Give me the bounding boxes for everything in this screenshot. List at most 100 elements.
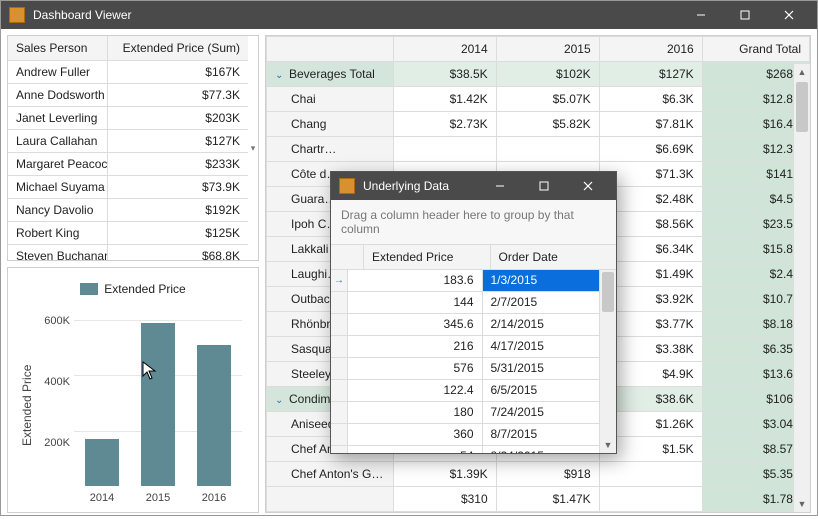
legend-label: Extended Price (104, 282, 185, 296)
modal-grid-row[interactable]: 5765/31/2015 (331, 358, 616, 380)
sales-col-value[interactable]: Extended Price (Sum) (108, 36, 248, 60)
pivot-cell: $2.73K (393, 112, 496, 137)
sales-person-cell: Michael Suyama (8, 176, 108, 198)
sales-value-cell: $233K (108, 153, 248, 175)
pivot-cell: $102K (496, 62, 599, 87)
dialog-minimize-button[interactable] (478, 172, 522, 200)
price-cell: 360 (348, 424, 483, 445)
maximize-button[interactable] (723, 1, 767, 29)
pivot-row[interactable]: ⌄Beverages Total$38.5K$102K$127K$268K (267, 62, 810, 87)
modal-grid-header[interactable]: Extended Price Order Date (331, 245, 616, 270)
date-cell: 8/24/2015 (483, 446, 617, 453)
pivot-row-label: Chang (267, 112, 394, 137)
sales-table-header[interactable]: Sales Person Extended Price (Sum) (8, 36, 248, 61)
sales-row[interactable]: Margaret Peacock$233K (8, 153, 248, 176)
chart-bar[interactable] (197, 345, 231, 486)
sales-col-person[interactable]: Sales Person (8, 36, 108, 60)
pivot-scrollbar[interactable]: ▲ ▼ (793, 64, 810, 512)
pivot-cell: $1.39K (393, 462, 496, 487)
modal-scrollbar[interactable]: ▲ ▼ (599, 270, 616, 453)
modal-grid-row[interactable]: 345.62/14/2015 (331, 314, 616, 336)
underlying-data-dialog[interactable]: Underlying Data Drag a column header her… (330, 171, 617, 454)
sales-person-cell: Janet Leverling (8, 107, 108, 129)
sales-value-cell: $73.9K (108, 176, 248, 198)
pivot-col-header[interactable]: 2014 (393, 37, 496, 62)
modal-grid-row[interactable]: 2164/17/2015 (331, 336, 616, 358)
chart-bar[interactable] (85, 439, 119, 486)
pivot-col-header[interactable] (267, 37, 394, 62)
pivot-row[interactable]: Chai$1.42K$5.07K$6.3K$12.8K (267, 87, 810, 112)
modal-grid-row[interactable]: 548/24/2015 (331, 446, 616, 453)
sales-scroll-indicator[interactable]: ▾ (248, 36, 258, 260)
expander-icon[interactable]: ⌄ (275, 395, 285, 406)
date-cell: 2/14/2015 (483, 314, 617, 335)
dialog-maximize-button[interactable] (522, 172, 566, 200)
modal-col-date[interactable]: Order Date (491, 245, 617, 270)
scroll-down-icon[interactable]: ▼ (794, 496, 810, 512)
pivot-row[interactable]: Chef Anton's Gu…$1.39K$918$5.35K (267, 462, 810, 487)
group-by-hint[interactable]: Drag a column header here to group by th… (331, 200, 616, 245)
modal-grid-body[interactable]: →183.61/3/20151442/7/2015345.62/14/20152… (331, 270, 616, 453)
sales-row[interactable]: Steven Buchanan$68.8K (8, 245, 248, 260)
pivot-cell: $38.5K (393, 62, 496, 87)
price-cell: 122.4 (348, 380, 483, 401)
pivot-row[interactable]: Chang$2.73K$5.82K$7.81K$16.4K (267, 112, 810, 137)
sales-table-panel: Sales Person Extended Price (Sum) Andrew… (7, 35, 259, 261)
modal-grid-row[interactable]: 122.46/5/2015 (331, 380, 616, 402)
chart-y-tick: 400K (34, 376, 70, 388)
scroll-thumb[interactable] (796, 82, 808, 132)
modal-col-price[interactable]: Extended Price (364, 245, 491, 270)
sales-value-cell: $127K (108, 130, 248, 152)
sales-row[interactable]: Janet Leverling$203K (8, 107, 248, 130)
pivot-row-label: ⌄Beverages Total (267, 62, 394, 87)
dialog-title: Underlying Data (363, 179, 449, 193)
date-cell: 7/24/2015 (483, 402, 617, 423)
pivot-cell (393, 137, 496, 162)
sales-row[interactable]: Anne Dodsworth$77.3K (8, 84, 248, 107)
chart-bar[interactable] (141, 323, 175, 486)
sales-row[interactable]: Laura Callahan$127K (8, 130, 248, 153)
modal-grid-row[interactable]: 3608/7/2015 (331, 424, 616, 446)
sales-row[interactable]: Andrew Fuller$167K (8, 61, 248, 84)
date-cell: 2/7/2015 (483, 292, 617, 313)
pivot-cell (496, 137, 599, 162)
price-cell: 180 (348, 402, 483, 423)
modal-scroll-down-icon[interactable]: ▼ (600, 437, 616, 453)
row-indicator (331, 292, 348, 313)
chart-y-axis-label: Extended Price (18, 306, 34, 504)
dialog-icon (339, 178, 355, 194)
row-indicator-header (331, 245, 364, 270)
chart-plot[interactable]: 201420152016 200K400K600K (34, 306, 248, 504)
minimize-button[interactable] (679, 1, 723, 29)
row-indicator (331, 314, 348, 335)
sales-person-cell: Robert King (8, 222, 108, 244)
modal-grid-row[interactable]: 1807/24/2015 (331, 402, 616, 424)
close-button[interactable] (767, 1, 811, 29)
dialog-titlebar[interactable]: Underlying Data (331, 172, 616, 200)
pivot-col-header[interactable]: 2016 (599, 37, 702, 62)
main-titlebar[interactable]: Dashboard Viewer (1, 1, 817, 29)
pivot-col-header[interactable]: 2015 (496, 37, 599, 62)
scroll-up-icon[interactable]: ▲ (794, 64, 810, 80)
modal-grid-row[interactable]: 1442/7/2015 (331, 292, 616, 314)
sales-row[interactable]: Robert King$125K (8, 222, 248, 245)
modal-grid-row[interactable]: →183.61/3/2015 (331, 270, 616, 292)
row-indicator: → (331, 270, 348, 291)
price-cell: 183.6 (348, 270, 483, 291)
pivot-row-label: Chef Anton's Gu… (267, 462, 394, 487)
sales-value-cell: $203K (108, 107, 248, 129)
pivot-cell (599, 487, 702, 512)
date-cell: 6/5/2015 (483, 380, 617, 401)
pivot-row[interactable]: Chartr…$6.69K$12.3K (267, 137, 810, 162)
price-cell: 576 (348, 358, 483, 379)
dialog-close-button[interactable] (566, 172, 610, 200)
sales-row[interactable]: Nancy Davolio$192K (8, 199, 248, 222)
expander-icon[interactable]: ⌄ (275, 70, 285, 81)
pivot-row[interactable]: $310$1.47K$1.78K (267, 487, 810, 512)
pivot-col-header[interactable]: Grand Total (702, 37, 809, 62)
sales-person-cell: Steven Buchanan (8, 245, 108, 260)
modal-scroll-thumb[interactable] (602, 272, 614, 312)
sales-row[interactable]: Michael Suyama$73.9K (8, 176, 248, 199)
sales-value-cell: $77.3K (108, 84, 248, 106)
pivot-row-label (267, 487, 394, 512)
